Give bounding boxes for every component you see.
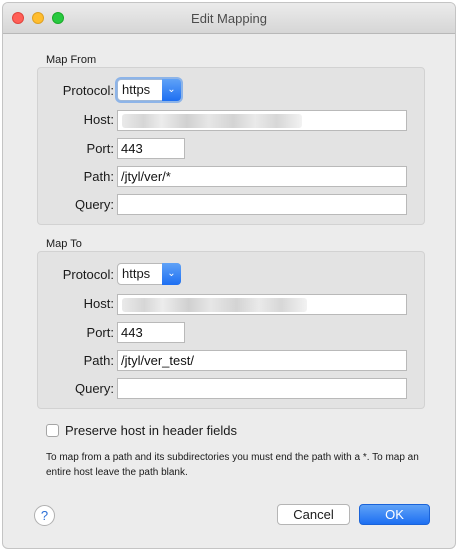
map-to-group: Protocol: https ⌄ Host: Port: 443 Path: …: [37, 251, 425, 409]
redacted-host: [122, 114, 302, 128]
window-title: Edit Mapping: [191, 11, 267, 26]
mapping-hint-text: To map from a path and its subdirectorie…: [46, 452, 419, 478]
ok-button[interactable]: OK: [359, 504, 430, 525]
from-port-field[interactable]: 443: [117, 138, 185, 159]
cancel-button[interactable]: Cancel: [277, 504, 350, 525]
edit-mapping-window: Edit Mapping Map From Protocol: https ⌄ …: [3, 3, 455, 548]
preserve-host-checkbox[interactable]: [46, 424, 59, 437]
help-button[interactable]: ?: [34, 505, 55, 526]
from-path-label: Path:: [83, 169, 114, 184]
map-from-group: Protocol: https ⌄ Host: Port: 443 Path: …: [37, 67, 425, 225]
preserve-host-label[interactable]: Preserve host in header fields: [65, 423, 237, 438]
from-protocol-label: Protocol:: [62, 83, 114, 98]
from-host-label: Host:: [83, 112, 114, 127]
to-host-label: Host:: [83, 296, 114, 311]
to-protocol-select[interactable]: https ⌄: [117, 263, 181, 285]
from-protocol-value: https: [122, 82, 151, 97]
to-protocol-value: https: [122, 266, 151, 281]
chevron-updown-icon: ⌄: [162, 79, 181, 101]
to-query-field[interactable]: [117, 378, 407, 399]
to-path-label: Path:: [83, 353, 114, 368]
map-from-label: Map From: [46, 54, 97, 66]
from-path-field[interactable]: /jtyl/ver/*: [117, 166, 407, 187]
to-port-field[interactable]: 443: [117, 322, 185, 343]
from-protocol-select[interactable]: https ⌄: [117, 79, 181, 101]
to-query-label: Query:: [74, 381, 114, 396]
from-port-label: Port:: [86, 141, 114, 156]
redacted-host: [122, 298, 307, 312]
to-protocol-label: Protocol:: [62, 267, 114, 282]
from-query-field[interactable]: [117, 194, 407, 215]
chevron-updown-icon: ⌄: [162, 263, 181, 285]
from-query-label: Query:: [74, 197, 114, 212]
to-path-field[interactable]: /jtyl/ver_test/: [117, 350, 407, 371]
map-to-label: Map To: [46, 238, 82, 250]
title-bar: Edit Mapping: [3, 3, 455, 34]
to-port-label: Port:: [86, 325, 114, 340]
